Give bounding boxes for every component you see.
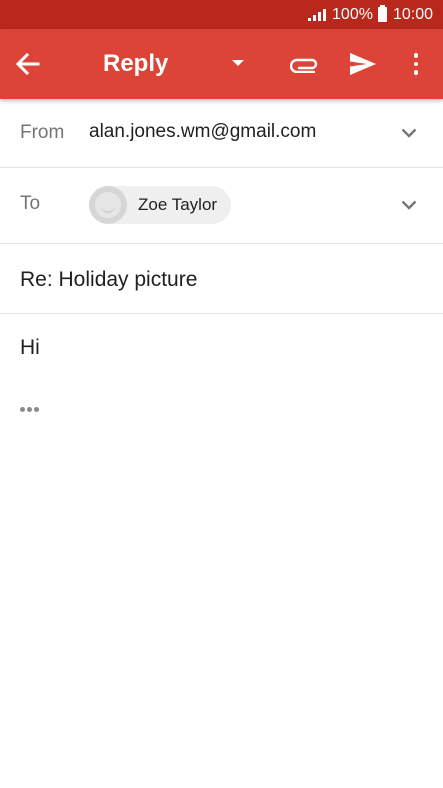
to-label: To — [20, 193, 41, 214]
show-quoted-text-button[interactable] — [20, 407, 39, 412]
send-icon[interactable] — [346, 49, 380, 79]
battery-percentage: 100% — [332, 5, 373, 23]
recipient-name: Zoe Taylor — [138, 195, 218, 214]
subject-row[interactable]: Re: Holiday picture — [0, 244, 443, 314]
back-arrow-icon[interactable] — [12, 50, 44, 78]
dropdown-arrow-icon[interactable] — [232, 60, 244, 66]
avatar — [89, 186, 127, 224]
from-address[interactable]: alan.jones.wm@gmail.com — [89, 121, 316, 143]
chevron-down-icon[interactable] — [399, 195, 419, 215]
status-bar: 100% 10:00 — [0, 0, 443, 29]
attachment-icon[interactable] — [288, 49, 322, 79]
recipient-chip[interactable]: Zoe Taylor — [89, 186, 232, 224]
from-label: From — [20, 122, 65, 143]
app-bar: Reply — [0, 29, 443, 99]
to-row[interactable]: To Zoe Taylor — [0, 168, 443, 244]
subject-field[interactable]: Re: Holiday picture — [20, 268, 197, 292]
status-time: 10:00 — [392, 5, 433, 23]
from-row[interactable]: From alan.jones.wm@gmail.com — [0, 99, 443, 168]
message-body[interactable]: Hi — [20, 336, 40, 360]
battery-icon — [377, 5, 387, 22]
signal-icon — [308, 8, 327, 21]
chevron-down-icon[interactable] — [399, 123, 419, 143]
reply-title[interactable]: Reply — [103, 50, 168, 78]
more-vert-icon[interactable] — [404, 49, 428, 79]
